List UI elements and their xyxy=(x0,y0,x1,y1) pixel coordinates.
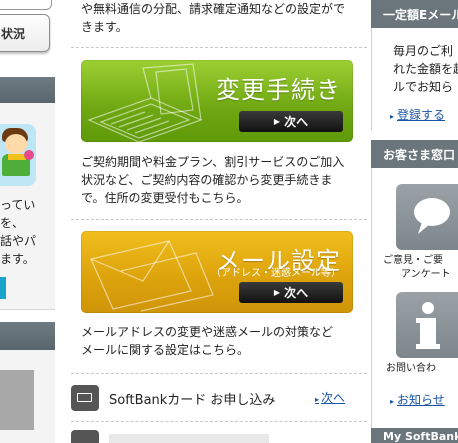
tile-caption-line: ご意見・ご要 xyxy=(383,255,443,266)
left-nav-button-top[interactable] xyxy=(0,0,52,10)
tile-caption-line: アンケート xyxy=(401,269,451,280)
intro-line: や無料通信の分配、請求確定通知などの設定がで xyxy=(81,2,346,16)
arrow-right-icon: ▶ xyxy=(273,117,281,126)
header-title: 一定額Eメール xyxy=(383,7,458,22)
inquiry-tile-caption: お問い合わ xyxy=(386,363,436,374)
arrow-right-icon: ▶ xyxy=(273,288,281,297)
fixed-amount-email-header: 一定額Eメール xyxy=(371,0,458,28)
next-button-label: 次へ xyxy=(284,286,309,300)
card-next-link[interactable]: ▸ 次へ xyxy=(315,389,345,406)
left-text-line: ます。 xyxy=(0,252,35,266)
register-link[interactable]: ▸ 登録する xyxy=(390,106,445,123)
info-icon xyxy=(416,302,440,349)
arrow-right-icon: ▸ xyxy=(390,397,395,406)
notice-link[interactable]: ▸ お知らせ xyxy=(390,391,445,408)
change-description: ご契約期間や料金プラン、割引サービスのご加入 状況など、ご契約内容の確認から変更… xyxy=(81,153,371,207)
box-text-line: ルでお知ら xyxy=(393,80,454,94)
left-panel-button[interactable] xyxy=(0,277,6,299)
left-text-line: 話やパ xyxy=(0,234,37,248)
mail-description: メールアドレスの変更や迷惑メールの対策など メールに関する設定はこちら。 xyxy=(81,323,371,359)
inquiry-tile[interactable] xyxy=(396,292,458,358)
register-link-label: 登録する xyxy=(397,108,446,122)
description-line: メールに関する設定はこちら。 xyxy=(81,343,250,357)
description-line: で。住所の変更受付もこちら。 xyxy=(81,191,249,205)
description-line: 状況など、ご契約内容の確認から変更手続きま xyxy=(81,173,333,187)
feedback-tile[interactable] xyxy=(396,184,458,250)
notice-link-label: お知らせ xyxy=(397,393,445,407)
left-panel-header xyxy=(0,77,55,103)
customer-window-header: お客さま窓口 xyxy=(371,140,458,168)
box-text-line: 毎月のご利 xyxy=(393,44,454,58)
next-button-label: 次へ xyxy=(284,115,309,129)
mascot-illustration xyxy=(0,124,36,186)
change-procedures-banner[interactable]: 変更手続き ▶ 次へ xyxy=(81,60,353,142)
feedback-tile-caption: ご意見・ご要 アンケート xyxy=(383,254,451,282)
left-panel-text: ってい を、 話やパ ます。 xyxy=(0,196,55,268)
box-text-line: れた金額を超 xyxy=(393,62,458,76)
left-thumbnail[interactable] xyxy=(0,370,34,430)
card-next-link-label: 次へ xyxy=(321,391,346,405)
left-nav-status-label: 状況 xyxy=(1,26,26,41)
credit-card-icon xyxy=(71,385,99,411)
mail-settings-banner[interactable]: メール設定 （アドレス・迷惑メール等） ▶ 次へ xyxy=(81,231,353,313)
mysoftbank-header: My SoftBank xyxy=(371,428,458,443)
description-line: メールアドレスの変更や迷惑メールの対策など xyxy=(81,325,334,339)
speech-bubble-icon xyxy=(414,198,450,234)
intro-line: きます。 xyxy=(81,20,128,34)
card-row-label: SoftBankカード お申し込み xyxy=(109,393,276,408)
change-next-button[interactable]: ▶ 次へ xyxy=(239,111,343,132)
home-icon xyxy=(71,430,99,443)
softbank-card-row: SoftBankカード お申し込み ▸ 次へ xyxy=(71,383,367,413)
fixed-amount-email-text: 毎月のご利 れた金額を超 ルでお知ら xyxy=(393,42,458,96)
bottom-row-stub[interactable] xyxy=(109,434,269,443)
left-text-line: を、 xyxy=(0,216,25,230)
divider xyxy=(71,421,367,422)
arrow-right-icon: ▸ xyxy=(390,112,395,121)
header-title: My SoftBank xyxy=(383,430,458,443)
divider xyxy=(71,373,367,374)
left-nav-status-button[interactable]: 状況 xyxy=(0,14,50,52)
banner-subtitle: （アドレス・迷惑メール等） xyxy=(211,268,341,279)
intro-text: や無料通信の分配、請求確定通知などの設定がで きます。 xyxy=(81,0,371,36)
arrow-right-icon: ▸ xyxy=(315,395,320,404)
banner-title: 変更手続き xyxy=(216,76,341,104)
mail-next-button[interactable]: ▶ 次へ xyxy=(239,282,343,303)
header-title: お客さま窓口 xyxy=(383,147,456,162)
divider xyxy=(71,47,367,48)
left-text-line: ってい xyxy=(0,198,36,212)
description-line: ご契約期間や料金プラン、割引サービスのご加入 xyxy=(81,155,345,169)
left-panel-header-2 xyxy=(0,322,55,350)
divider xyxy=(71,219,367,220)
